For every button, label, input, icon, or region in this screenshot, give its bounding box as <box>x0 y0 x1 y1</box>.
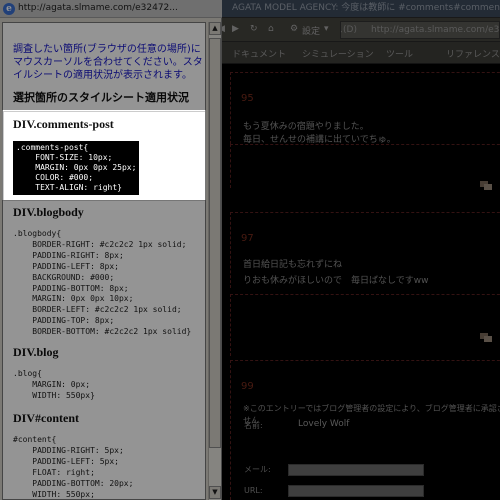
chevron-down-icon: ▾ <box>324 24 329 34</box>
post-text-line: りおも休みがほしいので 毎日ばなしですww <box>243 276 429 286</box>
ie-icon: e <box>3 3 15 15</box>
post-text-line: 首日給日記も忘れずにね <box>243 260 343 270</box>
selector-heading: DIV.blogbody <box>13 205 84 219</box>
inspector-content: 調査したい箇所(ブラウザの任意の場所)にマウスカーソルを合わせてください。スタイ… <box>2 22 206 500</box>
rule-code: .blog{ MARGIN: 0px; WIDTH: 550px} <box>13 369 95 400</box>
blog-content: 95 もう夏休みの宿題やりました。 毎日、せんせの補講に出ていでちゅ。 97 首… <box>222 64 500 500</box>
scroll-thumb[interactable] <box>209 38 221 448</box>
selector-heading: DIV#content <box>13 411 79 425</box>
gear-icon: ⚙ <box>290 24 299 34</box>
post-text-line: ※このエントリーではブログ管理者の設定により、ブログ管理者に承認され <box>243 404 500 413</box>
url-field[interactable] <box>288 485 424 497</box>
comment-post: 99 ※このエントリーではブログ管理者の設定により、ブログ管理者に承認され せん <box>230 360 500 500</box>
scroll-down-icon[interactable]: ▼ <box>209 486 221 499</box>
comment-post: 97 首日給日記も忘れずにね りおも休みがほしいので 毎日ばなしですww <box>230 212 500 288</box>
name-value: Lovely Wolf <box>298 419 350 429</box>
scroll-up-icon[interactable]: ▲ <box>209 22 221 35</box>
comment-spacer <box>230 144 500 188</box>
home-icon[interactable]: ⌂ <box>268 24 274 34</box>
instructions-text: 調査したい箇所(ブラウザの任意の場所)にマウスカーソルを合わせてください。スタイ… <box>13 44 203 81</box>
selected-rule-code: .comments-post{ FONT-SIZE: 10px; MARGIN:… <box>13 141 140 195</box>
post-text-line: もう夏休みの宿題やりました。 <box>243 122 369 132</box>
post-number: 95 <box>241 93 254 104</box>
address-bar[interactable]: アドレス(D) http://agata.slmame.com/e32472 <box>340 21 500 39</box>
comment-spacer <box>230 294 500 356</box>
selector-heading: DIV.blog <box>13 345 59 359</box>
screen: AGATA MODEL AGENCY: 今度は教師に #comments#com… <box>0 0 500 500</box>
mail-field[interactable] <box>288 464 424 476</box>
links-bar: ドキュメント シミュレーション ツール リファレンス <box>210 42 500 64</box>
links-item-documents[interactable]: ドキュメント <box>232 47 286 60</box>
links-item-tools[interactable]: ツール <box>386 47 413 60</box>
address-label: アドレス(D) <box>341 25 357 35</box>
name-label: 名前: <box>244 421 263 430</box>
stylesheet-inspector-window: e http://agata.slmame.com/e32472... 調査した… <box>0 0 222 500</box>
refresh-icon[interactable]: ↻ <box>250 24 258 34</box>
post-number: 99 <box>241 381 254 392</box>
results-heading: 選択箇所のスタイルシート適用状況 <box>13 92 189 104</box>
url-label: URL: <box>244 486 263 495</box>
rule-code: #content{ PADDING-RIGHT: 5px; PADDING-LE… <box>13 435 134 499</box>
settings-menu[interactable]: 設定 <box>302 24 320 37</box>
comment-post: 95 もう夏休みの宿題やりました。 毎日、せんせの補講に出ていでちゅ。 <box>230 72 500 145</box>
popup-title: http://agata.slmame.com/e32472... <box>18 3 178 13</box>
links-item-reference[interactable]: リファレンス <box>446 47 500 60</box>
rule-code: .blogbody{ BORDER-RIGHT: #c2c2c2 1px sol… <box>13 229 192 337</box>
post-number: 97 <box>241 233 254 244</box>
selector-heading: DIV.comments-post <box>13 117 114 131</box>
mail-label: メール: <box>244 465 271 474</box>
comment-icon[interactable] <box>480 332 492 342</box>
popup-titlebar[interactable]: e http://agata.slmame.com/e32472... <box>0 0 222 18</box>
forward-icon[interactable]: ▶ <box>232 24 239 34</box>
comment-icon[interactable] <box>480 180 492 190</box>
links-item-simulation[interactable]: シミュレーション <box>302 47 374 60</box>
popup-scrollbar[interactable]: ▲ ▼ <box>208 22 221 500</box>
address-value: http://agata.slmame.com/e32472 <box>371 25 500 35</box>
